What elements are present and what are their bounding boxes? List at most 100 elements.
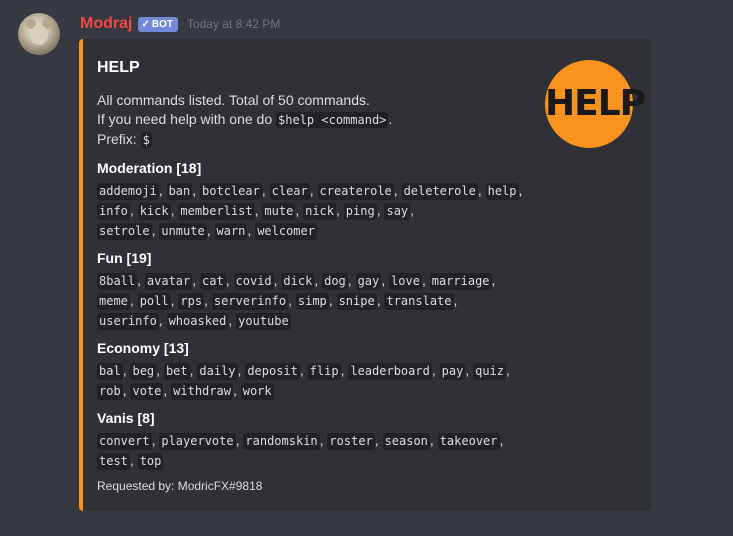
command-separator: ,	[309, 182, 318, 198]
avatar[interactable]	[18, 13, 60, 55]
command-chip: top	[137, 453, 164, 470]
command-chip: youtube	[236, 313, 291, 330]
embed-title: HELP	[97, 59, 140, 76]
command-chip: marriage	[429, 273, 492, 290]
command-separator: ,	[314, 272, 323, 288]
username[interactable]: Modraj	[80, 15, 132, 33]
prefix-code: $	[140, 132, 152, 148]
command-separator: ,	[421, 272, 430, 288]
command-separator: ,	[347, 272, 356, 288]
command-separator: ,	[247, 222, 256, 238]
help-embed: HELP HELP All commands listed. Total of …	[79, 39, 651, 511]
command-chip: daily	[197, 363, 238, 380]
field-name: Vanis [8]	[97, 410, 155, 426]
field-commands: convert, playervote, randomskin, roster,…	[97, 430, 537, 470]
help-thumbnail-text: HELP	[545, 83, 646, 124]
command-chip: deposit	[245, 363, 300, 380]
command-chip: dog	[322, 273, 348, 290]
command-separator: ,	[254, 202, 263, 218]
command-separator: ,	[204, 292, 212, 308]
description-line-2: If you need help with one do $help <comm…	[97, 110, 392, 130]
command-line: addemoji, ban, botclear, clear, createro…	[97, 180, 537, 200]
bot-badge: ✓ BOT	[138, 16, 178, 32]
avatar-face	[30, 25, 48, 45]
command-chip: say	[384, 203, 411, 220]
command-chip: meme	[97, 293, 130, 310]
command-chip: season	[382, 433, 430, 450]
command-separator: ,	[158, 312, 167, 328]
command-separator: ,	[336, 202, 344, 218]
command-chip: serverinfo	[211, 293, 289, 310]
command-separator: ,	[491, 272, 496, 288]
command-separator: ,	[429, 432, 438, 448]
command-chip: bet	[163, 363, 190, 380]
command-separator: ,	[137, 272, 145, 288]
command-chip: warn	[214, 223, 248, 240]
command-separator: ,	[328, 292, 337, 308]
command-chip: whoasked	[166, 313, 229, 330]
command-chip: randomskin	[243, 433, 320, 450]
field-commands: addemoji, ban, botclear, clear, createro…	[97, 180, 537, 240]
description-line-2-suffix: .	[388, 111, 393, 127]
command-chip: roster	[327, 433, 375, 450]
command-chip: createrole	[317, 183, 394, 200]
command-line: test, top	[97, 450, 537, 470]
command-chip: poll	[137, 293, 171, 310]
command-separator: ,	[374, 432, 383, 448]
command-line: bal, beg, bet, daily, deposit, flip, lea…	[97, 360, 537, 380]
command-chip: help	[485, 183, 519, 200]
message-timestamp[interactable]: Today at 8:42 PM	[187, 17, 280, 31]
command-chip: convert	[97, 433, 152, 450]
command-chip: pay	[439, 363, 466, 380]
command-separator: ,	[170, 202, 179, 218]
command-chip: quiz	[473, 363, 506, 380]
command-separator: ,	[261, 182, 270, 198]
command-chip: translate	[384, 293, 454, 310]
command-separator: ,	[506, 362, 510, 378]
command-separator: ,	[163, 382, 172, 398]
command-chip: clear	[269, 183, 310, 200]
command-separator: ,	[151, 432, 160, 448]
command-chip: test	[97, 453, 130, 470]
command-separator: ,	[225, 272, 234, 288]
command-line: meme, poll, rps, serverinfo, simp, snipe…	[97, 290, 537, 310]
command-separator: ,	[122, 362, 131, 378]
command-separator: ,	[122, 382, 131, 398]
command-line: rob, vote, withdraw, work	[97, 380, 537, 400]
command-chip: memberlist	[178, 203, 255, 220]
command-chip: beg	[130, 363, 157, 380]
field-vanis: Vanis [8] convert, playervote, randomski…	[97, 409, 537, 470]
command-separator: ,	[340, 362, 349, 378]
command-chip: kick	[137, 203, 171, 220]
command-chip: dick	[281, 273, 315, 290]
field-fun: Fun [19] 8ball, avatar, cat, covid, dick…	[97, 249, 537, 330]
command-chip: covid	[233, 273, 274, 290]
command-chip: userinfo	[97, 313, 159, 330]
command-separator: ,	[393, 182, 402, 198]
command-chip: botclear	[200, 183, 262, 200]
help-thumbnail[interactable]: HELP	[545, 60, 646, 148]
command-line: setrole, unmute, warn, welcomer	[97, 220, 537, 240]
command-chip: info	[97, 203, 130, 220]
command-chip: flip	[307, 363, 341, 380]
command-separator: ,	[453, 292, 458, 308]
field-economy: Economy [13] bal, beg, bet, daily, depos…	[97, 339, 537, 400]
command-separator: ,	[129, 292, 138, 308]
command-separator: ,	[518, 182, 523, 198]
description-line-1: All commands listed. Total of 50 command…	[97, 92, 370, 108]
command-separator: ,	[319, 432, 328, 448]
command-chip: 8ball	[97, 273, 138, 290]
command-separator: ,	[465, 362, 474, 378]
chat-message: Modraj ✓ BOT Today at 8:42 PM HELP HELP …	[0, 0, 733, 536]
command-chip: gay	[355, 273, 382, 290]
command-separator: ,	[232, 382, 241, 398]
command-chip: vote	[130, 383, 164, 400]
command-chip: nick	[303, 203, 336, 220]
command-chip: simp	[295, 293, 329, 310]
command-chip: cat	[200, 273, 226, 290]
field-name: Economy [13]	[97, 340, 189, 356]
command-separator: ,	[228, 312, 237, 328]
help-command-code: $help <command>	[276, 112, 389, 128]
command-line: userinfo, whoasked, youtube	[97, 310, 537, 330]
embed-description: All commands listed. Total of 50 command…	[97, 91, 392, 150]
